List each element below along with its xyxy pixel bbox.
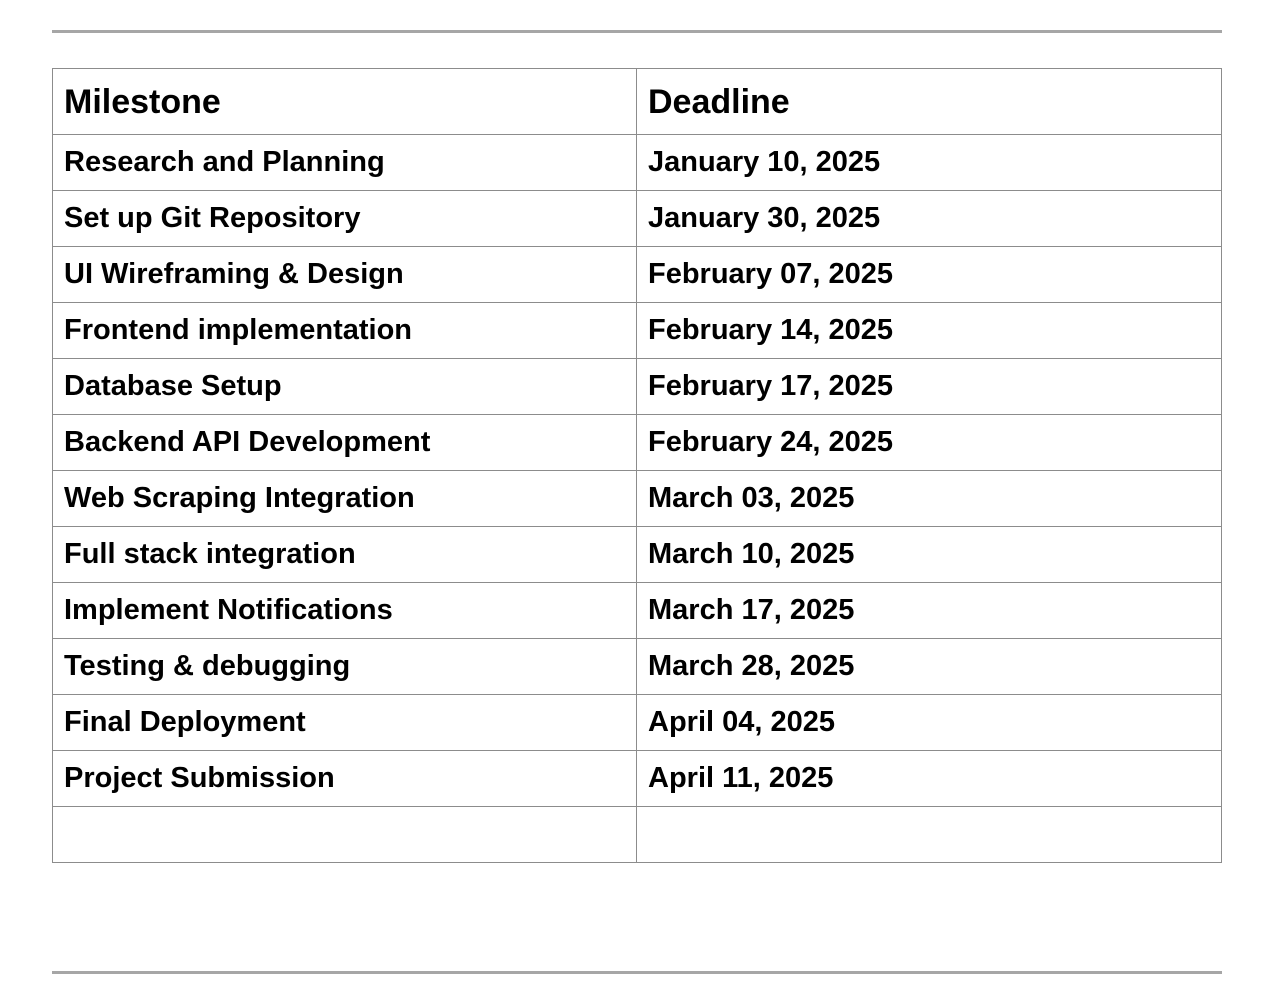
- deadline-cell: February 24, 2025: [636, 414, 1222, 471]
- table-row: Backend API Development February 24, 202…: [52, 414, 1222, 471]
- milestone-cell: UI Wireframing & Design: [52, 246, 637, 303]
- table-row: Frontend implementation February 14, 202…: [52, 302, 1222, 359]
- empty-table-row: [52, 806, 1222, 863]
- table-row: Implement Notifications March 17, 2025: [52, 582, 1222, 639]
- top-divider: [52, 30, 1222, 33]
- milestone-cell: Database Setup: [52, 358, 637, 415]
- deadline-cell: January 10, 2025: [636, 134, 1222, 191]
- milestone-cell: Testing & debugging: [52, 638, 637, 695]
- deadline-cell: March 10, 2025: [636, 526, 1222, 583]
- table-row: UI Wireframing & Design February 07, 202…: [52, 246, 1222, 303]
- table-row: Database Setup February 17, 2025: [52, 358, 1222, 415]
- table-row: Full stack integration March 10, 2025: [52, 526, 1222, 583]
- deadline-cell: April 04, 2025: [636, 694, 1222, 751]
- bottom-divider: [52, 971, 1222, 974]
- deadline-cell: April 11, 2025: [636, 750, 1222, 807]
- deadline-cell: February 07, 2025: [636, 246, 1222, 303]
- milestone-column-header: Milestone: [52, 68, 637, 135]
- table-row: Testing & debugging March 28, 2025: [52, 638, 1222, 695]
- table-header-row: Milestone Deadline: [52, 68, 1222, 135]
- deadline-cell: [636, 806, 1222, 863]
- milestone-cell: [52, 806, 637, 863]
- deadline-cell: March 17, 2025: [636, 582, 1222, 639]
- milestone-cell: Project Submission: [52, 750, 637, 807]
- deadline-cell: January 30, 2025: [636, 190, 1222, 247]
- table-row: Web Scraping Integration March 03, 2025: [52, 470, 1222, 527]
- milestone-cell: Web Scraping Integration: [52, 470, 637, 527]
- milestone-cell: Implement Notifications: [52, 582, 637, 639]
- deadline-cell: March 03, 2025: [636, 470, 1222, 527]
- deadline-cell: February 17, 2025: [636, 358, 1222, 415]
- milestone-cell: Full stack integration: [52, 526, 637, 583]
- milestone-table: Milestone Deadline Research and Planning…: [52, 68, 1222, 863]
- milestone-cell: Frontend implementation: [52, 302, 637, 359]
- deadline-cell: February 14, 2025: [636, 302, 1222, 359]
- table-row: Final Deployment April 04, 2025: [52, 694, 1222, 751]
- table-row: Project Submission April 11, 2025: [52, 750, 1222, 807]
- milestone-cell: Research and Planning: [52, 134, 637, 191]
- milestone-cell: Set up Git Repository: [52, 190, 637, 247]
- milestone-cell: Final Deployment: [52, 694, 637, 751]
- deadline-cell: March 28, 2025: [636, 638, 1222, 695]
- table-row: Research and Planning January 10, 2025: [52, 134, 1222, 191]
- milestone-cell: Backend API Development: [52, 414, 637, 471]
- table-row: Set up Git Repository January 30, 2025: [52, 190, 1222, 247]
- deadline-column-header: Deadline: [636, 68, 1222, 135]
